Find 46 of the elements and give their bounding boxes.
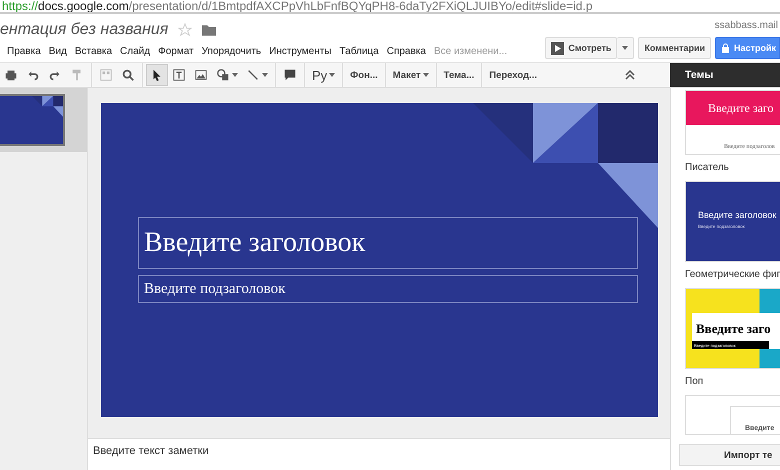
menu-item[interactable]: Таблица — [336, 46, 383, 56]
comment-icon — [283, 68, 297, 82]
toolbar-menu-button[interactable]: Фон... — [346, 64, 382, 86]
layout-icon — [99, 68, 113, 82]
toolbar-menu-button[interactable]: Тема... — [440, 64, 478, 86]
slide-subtitle[interactable]: Введите подзаголовок — [138, 275, 638, 303]
play-icon — [551, 42, 564, 54]
notes-field[interactable]: Введите текст заметки — [88, 438, 670, 470]
import-theme-button[interactable]: Импорт те — [679, 444, 780, 466]
menu-item[interactable]: Правка — [3, 46, 45, 56]
menu-item[interactable]: Формат — [154, 46, 198, 56]
cursor-button[interactable] — [146, 64, 168, 86]
account-name[interactable]: ssabbass.mail — [714, 20, 778, 31]
toolbar-menu-button[interactable]: Ру — [308, 64, 340, 86]
menu-item[interactable]: Справка — [382, 46, 430, 56]
textbox-icon — [172, 68, 186, 82]
toolbar-menu-button[interactable]: Переход... — [485, 64, 541, 86]
corner-triangles-drawing — [32, 96, 63, 118]
star-icon[interactable] — [178, 23, 192, 37]
slide-thumbnail[interactable] — [0, 88, 87, 152]
toolbar-menu-button[interactable]: Макет — [388, 64, 433, 86]
thumbnail-title: Введите заго — [696, 321, 771, 336]
present-button[interactable]: Смотреть — [545, 37, 618, 59]
menu-item[interactable]: Вставка — [70, 46, 116, 56]
menu-item[interactable]: Инструменты — [265, 46, 336, 56]
themes-panel-title: Темы — [670, 63, 780, 87]
document-title[interactable]: ентация без названия — [0, 21, 168, 39]
slide-title[interactable]: Введите заголовок — [138, 217, 638, 269]
theme-name: Писатель — [685, 162, 730, 173]
lock-icon — [721, 43, 730, 53]
double-chevron-icon — [625, 70, 635, 80]
menu-item[interactable]: Вид — [44, 46, 71, 56]
shape-icon — [216, 68, 230, 82]
line-icon — [246, 68, 260, 82]
present-menu-button[interactable] — [617, 37, 634, 59]
zoom-icon — [121, 68, 135, 82]
thumbnail-title: Введите заго — [708, 100, 774, 116]
comments-button[interactable]: Комментарии — [638, 37, 712, 59]
thumbnail-title: Введите заголовок — [698, 210, 778, 220]
theme-name: Геометрические фиг — [685, 269, 780, 280]
folder-icon[interactable] — [202, 24, 216, 36]
image-icon — [194, 68, 208, 82]
theme-name: Поп — [685, 376, 704, 387]
caret-icon — [622, 46, 628, 50]
menu-item[interactable]: Упорядочить — [198, 46, 266, 56]
menu-item[interactable]: Слайд — [116, 46, 154, 56]
